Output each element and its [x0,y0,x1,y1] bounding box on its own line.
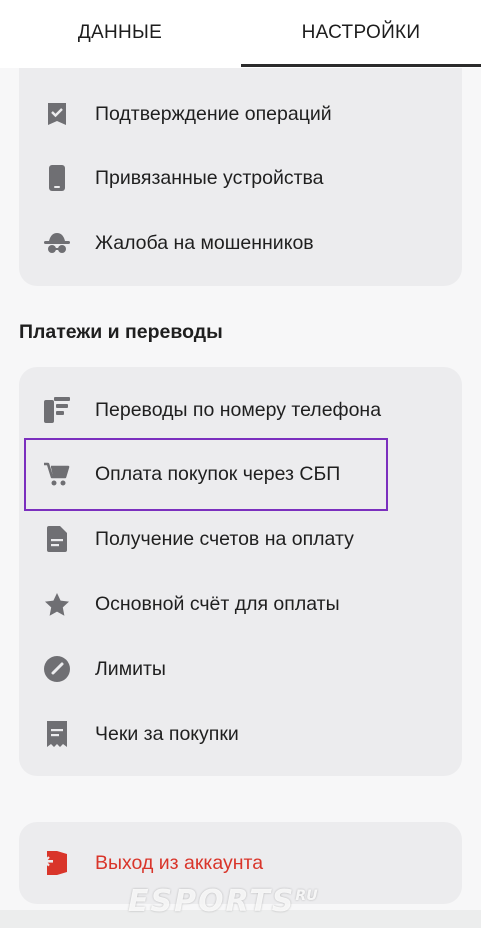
list-item-invoices[interactable]: Получение счетов на оплату [19,511,462,567]
list-item-label: Жалоба на мошенников [95,231,314,254]
watermark-logo: ESPORTSRU [128,884,318,919]
active-tab-indicator [241,64,481,67]
list-item-linked-devices[interactable]: Привязанные устройства [19,150,462,206]
document-icon [43,525,71,553]
confirm-icon [43,100,71,128]
logout-label: Выход из аккаунта [95,851,264,874]
payments-card: Переводы по номеру телефона Оплата покуп… [19,367,462,776]
list-item-sbp-payments[interactable]: Оплата покупок через СБП [19,446,462,502]
tab-bar: ДАННЫЕ НАСТРОЙКИ [0,0,481,68]
phone-transfer-icon [43,396,71,424]
list-item-confirm-operations[interactable]: Подтверждение операций [19,86,462,142]
list-item-label: Основной счёт для оплаты [95,592,340,615]
phone-icon [43,164,71,192]
list-item-label: Подтверждение операций [95,102,332,125]
list-item-fraud-report[interactable]: Жалоба на мошенников [19,215,462,271]
receipt-icon [43,720,71,748]
spy-icon [43,229,71,257]
tab-data[interactable]: ДАННЫЕ [0,0,240,66]
security-card: Подтверждение операций Привязанные устро… [19,68,462,286]
tab-settings[interactable]: НАСТРОЙКИ [241,0,481,66]
list-item-phone-transfers[interactable]: Переводы по номеру телефона [19,382,462,438]
gauge-icon [43,655,71,683]
list-item-label: Оплата покупок через СБП [95,462,341,485]
list-item-label: Переводы по номеру телефона [95,398,382,421]
list-item-limits[interactable]: Лимиты [19,641,462,697]
list-item-label: Чеки за покупки [95,722,239,745]
list-item-label: Получение счетов на оплату [95,527,354,550]
list-item-label: Лимиты [95,657,166,680]
list-item-receipts[interactable]: Чеки за покупки [19,706,462,762]
section-title-payments: Платежи и переводы [19,321,223,343]
list-item-label: Привязанные устройства [95,166,324,189]
list-item-main-account[interactable]: Основной счёт для оплаты [19,576,462,632]
cart-icon [43,460,71,488]
logout-button[interactable]: Выход из аккаунта [19,835,462,891]
settings-content: Подтверждение операций Привязанные устро… [0,68,481,928]
star-icon [43,590,71,618]
logout-icon [43,849,71,877]
